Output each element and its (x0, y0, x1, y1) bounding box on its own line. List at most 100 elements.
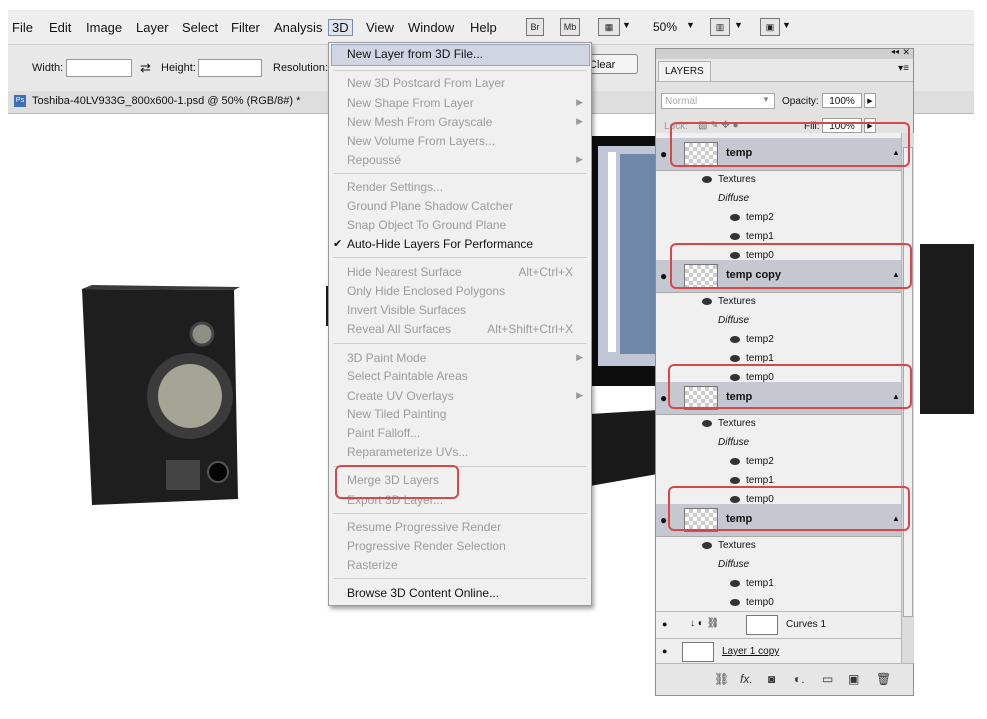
menu-item-create-uv-overlays[interactable]: Create UV Overlays (347, 389, 454, 403)
chevron-down-icon[interactable]: ▼ (762, 95, 770, 104)
arrange-documents-icon[interactable]: ▥ (710, 18, 730, 36)
resolution-label: Resolution: (273, 62, 329, 74)
menu-item-new-shape[interactable]: New Shape From Layer (347, 96, 474, 110)
menu-item-progressive-render-selection[interactable]: Progressive Render Selection (347, 539, 506, 553)
menu-item-browse-3d-content[interactable]: Browse 3D Content Online... (347, 586, 499, 600)
blend-mode-select[interactable]: Normal (661, 93, 775, 109)
menu-item-snap-ground[interactable]: Snap Object To Ground Plane (347, 218, 506, 232)
document-title: Toshiba-40LV933G_800x600-1.psd @ 50% (RG… (32, 95, 301, 107)
opacity-arrow-icon[interactable]: ▶ (864, 93, 876, 108)
texture-item[interactable]: temp2 (730, 456, 774, 467)
menu-separator (333, 70, 587, 71)
layer-row-layer1-copy[interactable]: ● Layer 1 copy (656, 638, 901, 664)
texture-item[interactable]: temp2 (730, 212, 774, 223)
menu-edit[interactable]: Edit (49, 20, 71, 35)
menu-separator (333, 343, 587, 344)
layer-name: Layer 1 copy (722, 646, 780, 657)
panel-menu-icon[interactable]: ▾≡ (898, 63, 909, 74)
texture-item[interactable]: temp1 (730, 353, 774, 364)
menu-item-new-3d-postcard[interactable]: New 3D Postcard From Layer (347, 76, 505, 90)
chevron-down-icon[interactable]: ▼ (686, 20, 695, 30)
menu-item-hide-nearest-surface[interactable]: Hide Nearest Surface (347, 265, 462, 279)
diffuse-label: Diffuse (718, 559, 750, 570)
texture-item[interactable]: temp1 (730, 475, 774, 486)
menu-image[interactable]: Image (86, 20, 122, 35)
menu-window[interactable]: Window (408, 20, 454, 35)
chevron-down-icon[interactable]: ▼ (734, 20, 743, 30)
eye-icon[interactable]: ● (662, 619, 667, 629)
submenu-arrow-icon: ▶ (576, 390, 583, 400)
menu-separator (333, 257, 587, 258)
chevron-down-icon[interactable]: ▼ (622, 20, 631, 30)
swap-icon[interactable]: ⇄ (140, 60, 151, 76)
chevron-down-icon[interactable]: ▼ (782, 20, 791, 30)
texture-item[interactable]: temp0 (730, 597, 774, 608)
menu-item-render-settings[interactable]: Render Settings... (347, 180, 443, 194)
menu-item-new-layer-from-3d-file[interactable]: New Layer from 3D File... (347, 47, 483, 61)
screenshot-frame: File Edit Image Layer Select Filter Anal… (0, 0, 987, 719)
highlight-layer-temp (668, 364, 912, 409)
menu-item-resume-progressive-render[interactable]: Resume Progressive Render (347, 520, 501, 534)
collapse-icon[interactable]: ◂◂ (891, 47, 899, 56)
texture-item[interactable]: temp2 (730, 334, 774, 345)
menu-item-select-paintable[interactable]: Select Paintable Areas (347, 369, 468, 383)
ps-file-icon: Ps (14, 95, 26, 107)
trash-icon[interactable]: 🗑 (876, 672, 891, 686)
minibridge-button[interactable]: Mb (560, 18, 580, 36)
menu-item-new-tiled-painting[interactable]: New Tiled Painting (347, 407, 446, 421)
menu-view[interactable]: View (366, 20, 394, 35)
opacity-label: Opacity: (782, 96, 819, 107)
adjustment-icon: ↓ ◐ ⛓ (690, 618, 720, 629)
height-field[interactable] (198, 59, 262, 77)
menu-item-paint-falloff[interactable]: Paint Falloff... (347, 426, 420, 440)
speaker-image (82, 285, 240, 505)
adjustment-layer-icon[interactable]: ◐. (794, 672, 805, 686)
menu-item-new-mesh[interactable]: New Mesh From Grayscale (347, 115, 492, 129)
link-layers-icon[interactable]: ⛓ (714, 672, 729, 686)
menu-analysis[interactable]: Analysis (274, 20, 322, 35)
eye-icon[interactable]: ● (662, 646, 667, 656)
eye-icon (702, 297, 712, 305)
textures-row[interactable]: Textures (702, 174, 756, 185)
opacity-field[interactable]: 100% (822, 93, 862, 108)
texture-item[interactable]: temp1 (730, 578, 774, 589)
menu-item-new-volume[interactable]: New Volume From Layers... (347, 134, 495, 148)
fx-icon[interactable]: fx. (740, 672, 753, 686)
add-mask-icon[interactable]: ◙ (768, 672, 775, 686)
menu-item-reveal-all[interactable]: Reveal All Surfaces (347, 322, 451, 336)
shortcut-reveal-all: Alt+Shift+Ctrl+X (487, 322, 573, 336)
tab-layers[interactable]: LAYERS (658, 61, 711, 81)
menu-item-reparameterize-uvs[interactable]: Reparameterize UVs... (347, 445, 468, 459)
width-field[interactable] (66, 59, 132, 77)
texture-item[interactable]: temp1 (730, 231, 774, 242)
textures-row[interactable]: Textures (702, 296, 756, 307)
menu-file[interactable]: File (12, 20, 33, 35)
new-group-icon[interactable]: ▭ (822, 672, 833, 686)
menu-help[interactable]: Help (470, 20, 497, 35)
submenu-arrow-icon: ▶ (576, 154, 583, 164)
submenu-arrow-icon: ▶ (576, 97, 583, 107)
menu-separator (333, 513, 587, 514)
menu-3d-dropdown: New Layer from 3D File... New 3D Postcar… (328, 42, 592, 606)
new-layer-icon[interactable]: ▣ (848, 672, 859, 686)
menu-item-only-hide-enclosed[interactable]: Only Hide Enclosed Polygons (347, 284, 505, 298)
zoom-level[interactable]: 50% (653, 20, 677, 34)
screen-mode-icon[interactable]: ▣ (760, 18, 780, 36)
textures-row[interactable]: Textures (702, 418, 756, 429)
menu-item-autohide-layers[interactable]: Auto-Hide Layers For Performance (347, 237, 533, 251)
textures-row[interactable]: Textures (702, 540, 756, 551)
menu-item-invert-visible[interactable]: Invert Visible Surfaces (347, 303, 466, 317)
menu-item-3d-paint-mode[interactable]: 3D Paint Mode (347, 351, 426, 365)
menu-layer[interactable]: Layer (136, 20, 169, 35)
bridge-button[interactable]: Br (526, 18, 544, 36)
submenu-arrow-icon: ▶ (576, 352, 583, 362)
menu-3d[interactable]: 3D (328, 19, 353, 36)
screen-mode-icon[interactable]: ▦ (598, 18, 620, 36)
layer-row-curves[interactable]: ● ↓ ◐ ⛓ Curves 1 (656, 611, 901, 638)
menu-filter[interactable]: Filter (231, 20, 260, 35)
menu-item-rasterize[interactable]: Rasterize (347, 558, 398, 572)
close-icon[interactable]: ✕ (902, 47, 910, 58)
menu-item-ground-plane-shadow[interactable]: Ground Plane Shadow Catcher (347, 199, 513, 213)
menu-select[interactable]: Select (182, 20, 218, 35)
menu-item-repousse[interactable]: Repoussé (347, 153, 401, 167)
